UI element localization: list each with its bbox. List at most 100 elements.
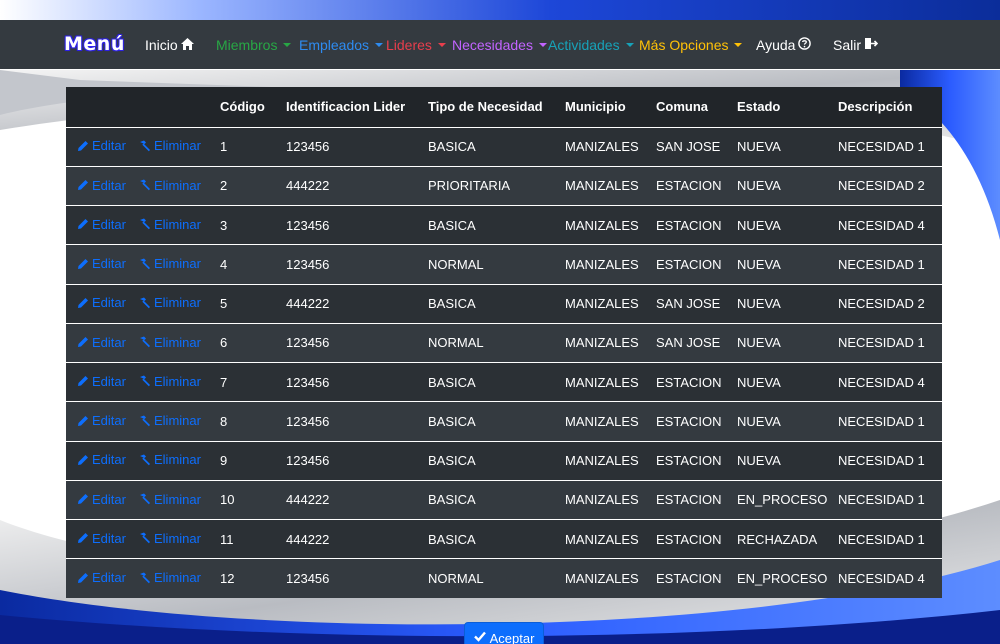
cell-comuna: SAN JOSE xyxy=(656,296,721,312)
edit-link[interactable]: Editar xyxy=(77,570,126,585)
delete-label: Eliminar xyxy=(154,256,201,272)
nav-necesidades[interactable]: Necesidades xyxy=(452,37,547,53)
cell-descripcion: NECESIDAD 1 xyxy=(838,256,925,272)
delete-link[interactable]: Eliminar xyxy=(138,335,201,350)
col-header-descripcion: Descripción xyxy=(838,99,913,115)
table-row: Editar Eliminar 7 123456 BASICA MANIZALES ESTA… xyxy=(66,362,942,402)
delete-link[interactable]: Eliminar xyxy=(138,570,201,585)
nav-mas-opciones-label: Más Opciones xyxy=(639,37,729,53)
cell-identificacion: 123456 xyxy=(286,335,330,351)
edit-link[interactable]: Editar xyxy=(77,295,126,310)
nav-ayuda[interactable]: Ayuda xyxy=(756,37,812,53)
cell-codigo: 2 xyxy=(220,178,228,194)
nav-salir-label: Salir xyxy=(833,37,862,53)
pencil-icon xyxy=(78,219,88,230)
cell-descripcion: NECESIDAD 1 xyxy=(838,453,925,469)
cell-descripcion: NECESIDAD 2 xyxy=(838,178,925,194)
edit-link[interactable]: Editar xyxy=(77,492,126,507)
edit-link[interactable]: Editar xyxy=(77,531,126,546)
cell-municipio: MANIZALES xyxy=(565,413,639,429)
edit-link[interactable]: Editar xyxy=(77,413,126,428)
nav-lideres[interactable]: Lideres xyxy=(386,37,446,53)
cell-comuna: ESTACION xyxy=(656,217,722,233)
nav-lideres-label: Lideres xyxy=(386,37,432,53)
caret-down-icon xyxy=(437,43,446,47)
edit-label: Editar xyxy=(92,491,126,507)
cell-tipo: BASICA xyxy=(428,296,476,312)
cell-codigo: 1 xyxy=(220,139,228,155)
col-header-identificacion: Identificacion Lider xyxy=(286,99,406,115)
delete-link[interactable]: Eliminar xyxy=(138,492,201,507)
delete-link[interactable]: Eliminar xyxy=(138,256,201,271)
delete-link[interactable]: Eliminar xyxy=(138,413,201,428)
cell-tipo: NORMAL xyxy=(428,256,484,272)
delete-link[interactable]: Eliminar xyxy=(138,452,201,467)
nav-empleados[interactable]: Empleados xyxy=(299,37,384,53)
col-header-municipio: Municipio xyxy=(565,99,626,115)
delete-link[interactable]: Eliminar xyxy=(138,138,201,153)
hammer-icon xyxy=(140,415,150,426)
edit-label: Editar xyxy=(92,295,126,311)
delete-label: Eliminar xyxy=(154,452,201,468)
delete-link[interactable]: Eliminar xyxy=(138,295,201,310)
edit-link[interactable]: Editar xyxy=(77,374,126,389)
hammer-icon xyxy=(140,572,150,584)
cell-comuna: ESTACION xyxy=(656,492,722,508)
top-navbar: Menú Inicio Miembros Empleados Lideres N… xyxy=(0,20,1000,69)
nav-actividades[interactable]: Actividades xyxy=(548,37,634,53)
cell-identificacion: 123456 xyxy=(286,413,330,429)
edit-link[interactable]: Editar xyxy=(77,335,126,350)
edit-label: Editar xyxy=(92,177,126,193)
needs-table: Código Identificacion Lider Tipo de Nece… xyxy=(66,87,942,598)
hammer-icon xyxy=(140,140,150,152)
edit-link[interactable]: Editar xyxy=(77,138,126,153)
delete-label: Eliminar xyxy=(154,334,201,350)
edit-link[interactable]: Editar xyxy=(77,178,126,193)
cell-tipo: BASICA xyxy=(428,453,476,469)
pencil-icon xyxy=(78,454,88,465)
cell-tipo: BASICA xyxy=(428,413,476,429)
delete-link[interactable]: Eliminar xyxy=(138,374,201,389)
accept-button[interactable]: Aceptar xyxy=(464,622,544,644)
nav-inicio[interactable]: Inicio xyxy=(145,37,194,53)
hammer-icon xyxy=(140,493,150,505)
cell-codigo: 12 xyxy=(220,571,235,587)
cell-tipo: BASICA xyxy=(428,374,476,390)
nav-miembros[interactable]: Miembros xyxy=(216,37,292,53)
cell-municipio: MANIZALES xyxy=(565,571,639,587)
pencil-icon xyxy=(78,180,88,191)
nav-empleados-label: Empleados xyxy=(299,37,370,53)
menu-brand[interactable]: Menú xyxy=(64,33,125,55)
nav-salir[interactable]: Salir xyxy=(833,37,879,53)
nav-mas-opciones[interactable]: Más Opciones xyxy=(639,37,743,53)
cell-descripcion: NECESIDAD 4 xyxy=(838,571,925,587)
table-row: Editar Eliminar 11 444222 BASICA MANIZALES EST… xyxy=(66,519,942,559)
cell-estado: NUEVA xyxy=(737,139,781,155)
cell-descripcion: NECESIDAD 2 xyxy=(838,296,925,312)
nav-necesidades-label: Necesidades xyxy=(452,37,533,53)
edit-link[interactable]: Editar xyxy=(77,256,126,271)
cell-tipo: BASICA xyxy=(428,217,476,233)
delete-link[interactable]: Eliminar xyxy=(138,531,201,546)
hammer-icon xyxy=(140,454,150,466)
cell-estado: NUEVA xyxy=(737,453,781,469)
edit-link[interactable]: Editar xyxy=(77,217,126,232)
edit-link[interactable]: Editar xyxy=(77,452,126,467)
needs-table-container: Código Identificacion Lider Tipo de Nece… xyxy=(66,87,942,598)
table-row: Editar Eliminar 10 444222 BASICA MANIZALES EST… xyxy=(66,480,942,520)
cell-identificacion: 444222 xyxy=(286,296,330,312)
delete-link[interactable]: Eliminar xyxy=(138,178,201,193)
cell-estado: NUEVA xyxy=(737,374,781,390)
cell-comuna: ESTACION xyxy=(656,374,722,390)
cell-descripcion: NECESIDAD 1 xyxy=(838,531,925,547)
home-icon xyxy=(180,37,194,53)
cell-identificacion: 123456 xyxy=(286,374,330,390)
table-row: Editar Eliminar 6 123456 NORMAL MANIZALES SAN … xyxy=(66,323,942,363)
cell-codigo: 11 xyxy=(220,531,234,547)
nav-miembros-label: Miembros xyxy=(216,37,278,53)
cell-municipio: MANIZALES xyxy=(565,217,639,233)
table-row: Editar Eliminar 2 444222 PRIORITARIA MANIZALE… xyxy=(66,166,942,206)
delete-link[interactable]: Eliminar xyxy=(138,217,201,232)
cell-codigo: 4 xyxy=(220,256,228,272)
caret-down-icon xyxy=(538,43,547,47)
